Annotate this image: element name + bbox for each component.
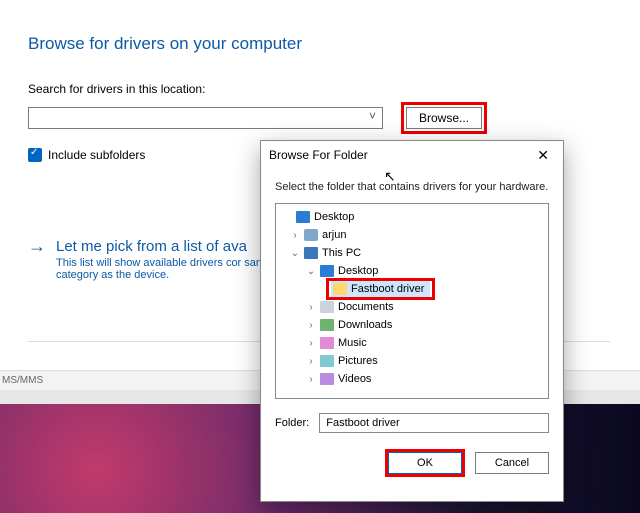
music-icon — [320, 337, 334, 349]
expander-icon[interactable]: › — [306, 338, 316, 349]
cancel-button[interactable]: Cancel — [475, 452, 549, 474]
highlight-ok: OK — [385, 449, 465, 477]
tree-desktop[interactable]: Desktop — [314, 211, 354, 223]
folder-label: Folder: — [275, 417, 309, 429]
expander-icon[interactable]: › — [290, 230, 300, 241]
expander-icon[interactable]: ⌄ — [306, 266, 316, 277]
dialog-instruction: Select the folder that contains drivers … — [261, 169, 563, 203]
tree-fastboot-driver[interactable]: Fastboot driver — [351, 283, 424, 295]
highlight-fastboot: Fastboot driver — [326, 278, 435, 300]
expander-icon[interactable]: › — [306, 374, 316, 385]
expander-icon[interactable]: ⌄ — [290, 248, 300, 259]
close-icon[interactable]: ✕ — [531, 147, 555, 164]
tree-videos[interactable]: Videos — [338, 373, 371, 385]
dialog-title: Browse For Folder — [269, 148, 368, 162]
downloads-icon — [320, 319, 334, 331]
tree-music[interactable]: Music — [338, 337, 367, 349]
include-subfolders-checkbox[interactable] — [28, 148, 42, 162]
folder-input[interactable] — [319, 413, 549, 433]
tree-documents[interactable]: Documents — [338, 301, 394, 313]
search-location-label: Search for drivers in this location: — [28, 82, 610, 96]
let-me-pick-sub: This list will show available drivers co… — [56, 257, 286, 281]
folder-tree[interactable]: Desktop › arjun ⌄ This PC ⌄ Desktop Fast… — [275, 203, 549, 399]
user-folder-icon — [304, 229, 318, 241]
let-me-pick-title: Let me pick from a list of ava — [56, 238, 286, 255]
path-combobox[interactable] — [28, 107, 383, 129]
tree-downloads[interactable]: Downloads — [338, 319, 392, 331]
documents-icon — [320, 301, 334, 313]
tree-user[interactable]: arjun — [322, 229, 346, 241]
expander-icon[interactable]: › — [306, 302, 316, 313]
ok-button[interactable]: OK — [388, 452, 462, 474]
expander-icon[interactable]: › — [306, 356, 316, 367]
expander-icon[interactable]: › — [306, 320, 316, 331]
folder-icon — [333, 283, 347, 295]
videos-icon — [320, 373, 334, 385]
pictures-icon — [320, 355, 334, 367]
tree-pictures[interactable]: Pictures — [338, 355, 378, 367]
highlight-browse: Browse... — [401, 102, 487, 134]
tree-this-pc[interactable]: This PC — [322, 247, 361, 259]
browse-button[interactable]: Browse... — [406, 107, 482, 129]
arrow-right-icon: → — [28, 236, 46, 281]
tree-pc-desktop[interactable]: Desktop — [338, 265, 378, 277]
desktop-icon — [296, 211, 310, 223]
include-subfolders-label: Include subfolders — [48, 148, 145, 162]
page-heading: Browse for drivers on your computer — [28, 34, 610, 54]
browse-for-folder-dialog: Browse For Folder ✕ Select the folder th… — [260, 140, 564, 502]
desktop-icon — [320, 265, 334, 277]
this-pc-icon — [304, 247, 318, 259]
